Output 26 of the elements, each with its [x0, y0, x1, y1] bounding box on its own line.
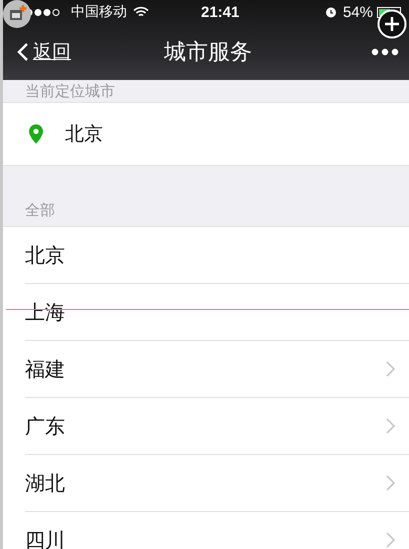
alarm-icon [324, 6, 337, 18]
section-header: 全部 [25, 201, 55, 220]
city-name: 北京 [25, 242, 65, 268]
window-icon[interactable] [3, 0, 31, 28]
section-header: 当前定位城市 [25, 82, 115, 100]
city-row[interactable]: 广东 [25, 398, 409, 455]
add-icon[interactable] [377, 9, 407, 39]
city-name: 福建 [25, 356, 65, 382]
page-title: 城市服务 [163, 39, 253, 67]
more-icon[interactable] [371, 48, 399, 56]
city-row[interactable]: 福建 [25, 341, 409, 398]
city-row[interactable]: 北京 [25, 227, 409, 284]
carrier-name: 中国移动 [71, 3, 127, 21]
clock-time: 21:41 [201, 4, 240, 20]
location-pin-icon [29, 124, 43, 144]
back-button[interactable]: 返回 [17, 39, 71, 65]
wifi-icon [133, 6, 149, 18]
city-name: 湖北 [25, 470, 65, 496]
back-chevron-icon [17, 42, 29, 62]
city-name: 广东 [25, 412, 65, 440]
battery-percent: 54% [342, 4, 373, 20]
city-name: 北京 [65, 122, 103, 147]
city-row[interactable]: 湖北 [25, 455, 409, 512]
city-name: 四川 [25, 526, 65, 549]
city-row[interactable]: 四川 [25, 512, 409, 549]
location-row[interactable]: 北京 [3, 103, 409, 165]
